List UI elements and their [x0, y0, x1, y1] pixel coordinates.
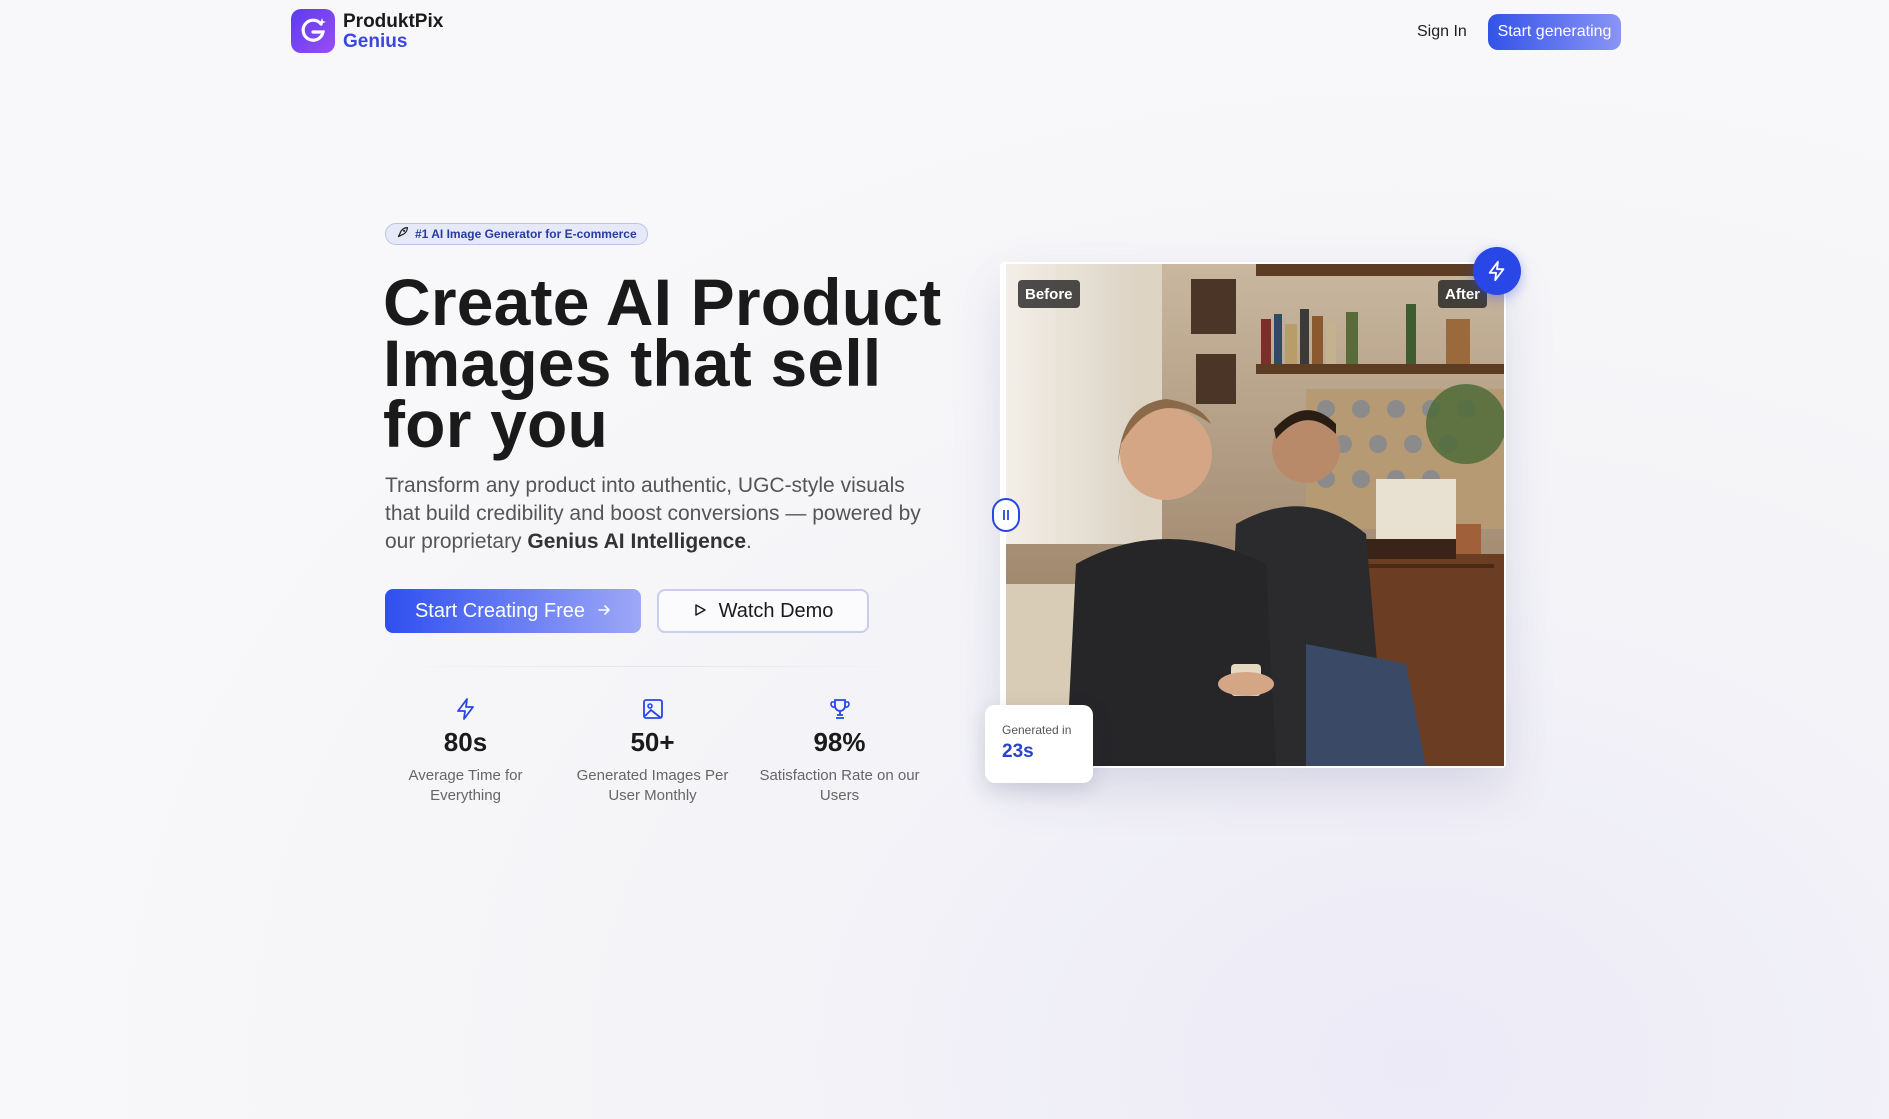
- stat-label: Satisfaction Rate on our Users: [759, 767, 920, 804]
- generated-time-card: Generated in 23s: [985, 705, 1093, 783]
- sign-in-button[interactable]: Sign In: [1401, 14, 1483, 50]
- badge-text: #1 AI Image Generator for E-commerce: [415, 227, 637, 241]
- generated-value: 23s: [1002, 741, 1034, 762]
- start-creating-label: Start Creating Free: [414, 599, 586, 622]
- arrow-right-icon: [597, 600, 611, 623]
- brand-name-line2: Genius: [343, 30, 408, 52]
- stat-satisfaction: 98% Satisfaction Rate on our Users: [746, 695, 933, 806]
- product-photo: [1006, 264, 1504, 766]
- logo-icon: [291, 9, 335, 53]
- stat-value: 80s: [443, 727, 488, 757]
- image-icon: [559, 695, 746, 723]
- hero-title: Create AI Product Images that sell for y…: [383, 265, 942, 461]
- trophy-icon: [746, 695, 933, 723]
- watch-demo-label: Watch Demo: [718, 599, 834, 622]
- bolt-icon[interactable]: [1473, 247, 1521, 295]
- subtitle-emphasis: Genius AI Intelligence: [527, 530, 747, 553]
- stat-average-time: 80s Average Time for Everything: [372, 695, 559, 806]
- brand-logo[interactable]: ProduktPix Genius: [291, 9, 443, 53]
- stats-divider: [385, 666, 925, 667]
- watch-demo-button[interactable]: Watch Demo: [657, 589, 869, 633]
- site-header: ProduktPix Genius Sign In Start generati…: [0, 0, 1889, 64]
- stat-value: 50+: [630, 727, 675, 757]
- stat-value: 98%: [813, 727, 866, 757]
- rocket-icon: [396, 226, 409, 242]
- before-label: Before: [1018, 280, 1080, 308]
- comparison-slider-handle[interactable]: [992, 498, 1020, 532]
- stat-generated-images: 50+ Generated Images Per User Monthly: [559, 695, 746, 806]
- start-creating-free-button[interactable]: Start Creating Free: [385, 589, 641, 633]
- hero-subtitle: Transform any product into authentic, UG…: [385, 472, 930, 556]
- brand-name-line1: ProduktPix: [343, 10, 444, 32]
- generated-label: Generated in: [1002, 723, 1072, 737]
- drag-handle-icon: [1003, 510, 1009, 520]
- start-generating-button[interactable]: Start generating: [1488, 14, 1621, 50]
- bolt-icon: [372, 695, 559, 723]
- stat-label: Generated Images Per User Monthly: [576, 767, 729, 804]
- stat-label: Average Time for Everything: [408, 767, 523, 804]
- hero-badge: #1 AI Image Generator for E-commerce: [385, 223, 648, 245]
- subtitle-end: .: [746, 530, 752, 553]
- play-icon: [693, 600, 707, 623]
